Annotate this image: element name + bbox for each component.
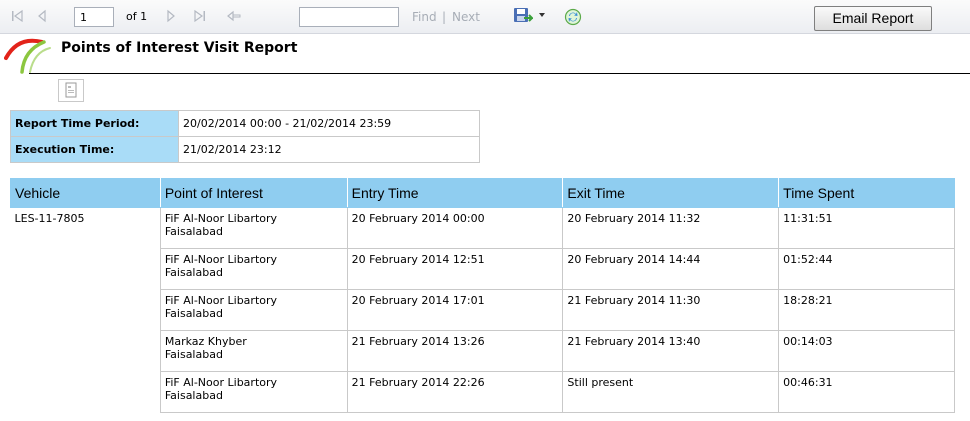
- poi-city: Faisalabad: [164, 307, 223, 320]
- table-header-row: Vehicle Point of Interest Entry Time Exi…: [10, 178, 955, 208]
- report-info-table: Report Time Period: 20/02/2014 00:00 - 2…: [10, 110, 480, 163]
- page-count-label: of 1: [126, 10, 148, 23]
- cell-time-spent: 18:28:21: [778, 289, 955, 331]
- document-map-icon[interactable]: [58, 79, 84, 102]
- visit-table: Vehicle Point of Interest Entry Time Exi…: [10, 178, 955, 413]
- poi-name: Markaz Khyber: [164, 335, 247, 348]
- title-divider: [29, 73, 970, 74]
- cell-point-of-interest: FiF Al-Noor Libartory Faisalabad: [159, 371, 348, 413]
- info-label: Execution Time:: [10, 136, 179, 163]
- next-link[interactable]: Next: [452, 10, 480, 24]
- next-page-icon[interactable]: [166, 9, 176, 23]
- column-header-point-of-interest: Point of Interest: [159, 178, 348, 208]
- info-value: 21/02/2014 23:12: [178, 136, 480, 163]
- poi-city: Faisalabad: [164, 348, 223, 361]
- export-save-icon[interactable]: [513, 6, 533, 26]
- cell-point-of-interest: Markaz Khyber Faisalabad: [159, 330, 348, 372]
- previous-page-icon[interactable]: [37, 9, 47, 23]
- email-report-button[interactable]: Email Report: [814, 6, 932, 31]
- find-input[interactable]: [299, 7, 399, 27]
- info-value: 20/02/2014 00:00 - 21/02/2014 23:59: [178, 110, 480, 137]
- column-header-entry-time: Entry Time: [346, 178, 564, 208]
- arc-logo: [4, 34, 56, 78]
- cell-exit-time: Still present: [562, 371, 780, 413]
- cell-point-of-interest: FiF Al-Noor Libartory Faisalabad: [159, 289, 348, 331]
- poi-name: FiF Al-Noor Libartory: [164, 294, 278, 307]
- find-link[interactable]: Find: [412, 10, 437, 24]
- cell-entry-time: 20 February 2014 17:01: [346, 289, 564, 331]
- last-page-icon[interactable]: [194, 9, 206, 23]
- cell-vehicle: [10, 330, 161, 372]
- table-row: FiF Al-Noor Libartory Faisalabad 21 Febru…: [10, 371, 955, 413]
- cell-exit-time: 20 February 2014 11:32: [562, 207, 780, 249]
- table-row: FiF Al-Noor Libartory Faisalabad 20 Febru…: [10, 289, 955, 331]
- cell-entry-time: 20 February 2014 12:51: [346, 248, 564, 290]
- info-label: Report Time Period:: [10, 110, 179, 137]
- poi-city: Faisalabad: [164, 389, 223, 402]
- poi-name: FiF Al-Noor Libartory: [164, 212, 278, 225]
- report-title: Points of Interest Visit Report: [61, 40, 298, 56]
- cell-vehicle: [10, 289, 161, 331]
- table-row: Markaz Khyber Faisalabad 21 February 2014…: [10, 330, 955, 372]
- cell-entry-time: 21 February 2014 13:26: [346, 330, 564, 372]
- back-icon[interactable]: [227, 9, 241, 23]
- cell-time-spent: 11:31:51: [778, 207, 955, 249]
- find-separator: |: [442, 10, 447, 24]
- column-header-vehicle: Vehicle: [10, 178, 161, 208]
- table-row: LES-11-7805 FiF Al-Noor Libartory Faisala…: [10, 207, 955, 249]
- cell-point-of-interest: FiF Al-Noor Libartory Faisalabad: [159, 248, 348, 290]
- cell-exit-time: 21 February 2014 13:40: [562, 330, 780, 372]
- cell-vehicle: [10, 248, 161, 290]
- cell-exit-time: 21 February 2014 11:30: [562, 289, 780, 331]
- info-row: Report Time Period: 20/02/2014 00:00 - 2…: [10, 110, 480, 137]
- cell-time-spent: 00:14:03: [778, 330, 955, 372]
- poi-name: FiF Al-Noor Libartory: [164, 253, 278, 266]
- table-row: FiF Al-Noor Libartory Faisalabad 20 Febru…: [10, 248, 955, 290]
- poi-name: FiF Al-Noor Libartory: [164, 376, 278, 389]
- cell-time-spent: 01:52:44: [778, 248, 955, 290]
- cell-point-of-interest: FiF Al-Noor Libartory Faisalabad: [159, 207, 348, 249]
- poi-city: Faisalabad: [164, 225, 223, 238]
- page-number-input[interactable]: [74, 7, 114, 27]
- column-header-time-spent: Time Spent: [778, 178, 955, 208]
- cell-entry-time: 20 February 2014 00:00: [346, 207, 564, 249]
- cell-vehicle: [10, 371, 161, 413]
- refresh-icon[interactable]: [564, 8, 582, 26]
- info-row: Execution Time: 21/02/2014 23:12: [10, 136, 480, 163]
- first-page-icon[interactable]: [11, 9, 23, 23]
- cell-time-spent: 00:46:31: [778, 371, 955, 413]
- cell-exit-time: 20 February 2014 14:44: [562, 248, 780, 290]
- cell-entry-time: 21 February 2014 22:26: [346, 371, 564, 413]
- poi-city: Faisalabad: [164, 266, 223, 279]
- cell-vehicle: LES-11-7805: [10, 207, 161, 249]
- column-header-exit-time: Exit Time: [562, 178, 780, 208]
- report-toolbar: of 1 Find | Next Email Report: [0, 0, 970, 34]
- dropdown-icon[interactable]: [538, 11, 546, 19]
